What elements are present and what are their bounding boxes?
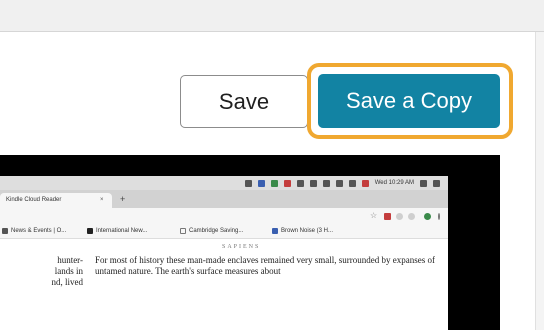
- new-tab-icon[interactable]: +: [120, 194, 125, 204]
- extension-icon[interactable]: [408, 213, 415, 220]
- save-a-copy-label: Save a Copy: [346, 88, 472, 113]
- bookmark-item[interactable]: Brown Noise (3 H...: [272, 228, 333, 234]
- save-button[interactable]: Save: [180, 75, 308, 128]
- clock: Wed 10:29 AM: [374, 180, 414, 186]
- save-button-label: Save: [218, 88, 270, 114]
- running-title: SAPIENS: [222, 244, 261, 250]
- tab-title: Kindle Cloud Reader: [6, 197, 62, 203]
- photo-icon: [270, 179, 278, 187]
- book-page: SAPIENS hunter- lands in nd, lived For m…: [0, 239, 448, 330]
- bookmark-icon: [272, 228, 278, 234]
- save-a-copy-button[interactable]: Save a Copy: [318, 74, 500, 128]
- top-bar: [0, 0, 544, 32]
- sync-icon: [309, 179, 317, 187]
- bookmark-item[interactable]: International New...: [87, 228, 147, 234]
- text-line: lands in: [54, 266, 83, 276]
- volume-icon: [322, 179, 330, 187]
- tab-kindle-cloud-reader[interactable]: Kindle Cloud Reader ×: [0, 193, 112, 208]
- text-line: hunter-: [57, 255, 83, 265]
- bookmarks-bar: News & Events | O... International New..…: [0, 225, 448, 239]
- text-line: nd, lived: [51, 277, 84, 287]
- time-machine-icon: [335, 179, 343, 187]
- window-edge: [535, 32, 544, 330]
- tab-close-icon[interactable]: ×: [100, 197, 104, 203]
- profile-icon[interactable]: [424, 213, 431, 220]
- bookmark-icon: [87, 228, 93, 234]
- red-app-icon: [283, 179, 291, 187]
- bookmark-icon: [180, 228, 186, 234]
- bluetooth-icon: [348, 179, 356, 187]
- search-icon: [420, 179, 427, 187]
- menu-list-icon: [433, 179, 440, 187]
- extension-icon[interactable]: [384, 213, 391, 220]
- extension-icon[interactable]: [396, 213, 403, 220]
- mac-menu-bar: Wed 10:29 AM: [0, 176, 448, 190]
- menu-dots-icon[interactable]: [438, 213, 440, 220]
- browser-tab-strip: Kindle Cloud Reader × +: [0, 190, 448, 208]
- crop-icon: [296, 179, 304, 187]
- dropbox-icon: [257, 179, 265, 187]
- left-column: hunter- lands in nd, lived: [0, 255, 84, 288]
- right-column: For most of history these man-made encla…: [95, 255, 435, 276]
- bookmark-icon: [2, 228, 8, 234]
- bookmark-star-icon[interactable]: ☆: [370, 211, 377, 220]
- flag-icon: [361, 179, 369, 187]
- bookmark-item[interactable]: Cambridge Saving...: [180, 228, 243, 234]
- screen-icon: [244, 179, 252, 187]
- embedded-screenshot: Wed 10:29 AM Kindle Cloud Reader × + ☆ N…: [0, 155, 500, 330]
- bookmark-item[interactable]: News & Events | O...: [2, 228, 66, 234]
- browser-toolbar: ☆: [0, 208, 448, 225]
